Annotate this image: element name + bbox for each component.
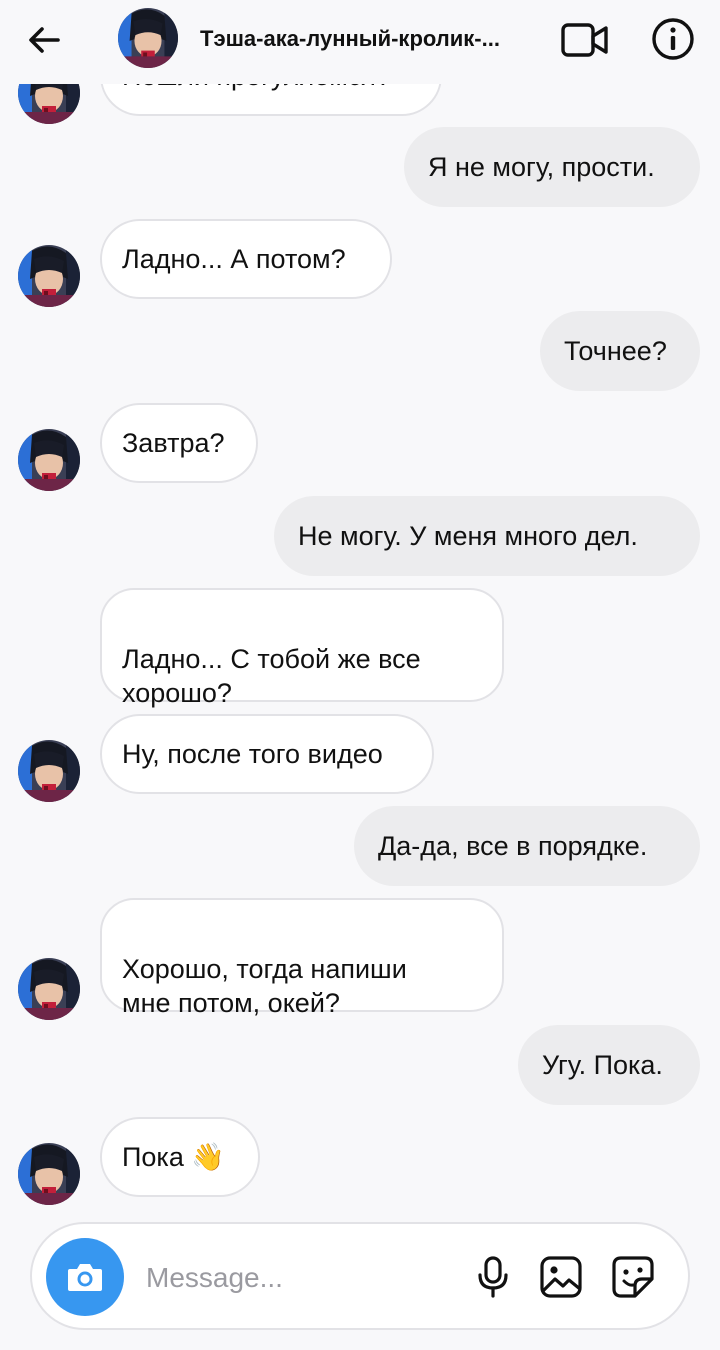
message-input[interactable]: [146, 1258, 446, 1298]
message-bubble-incoming[interactable]: Ладно... А потом?: [100, 219, 392, 299]
video-camera-icon: [561, 23, 608, 57]
video-call-button[interactable]: [558, 18, 612, 62]
contact-name[interactable]: Тэша-ака-лунный-кролик-...: [200, 26, 552, 52]
message-bubble-outgoing[interactable]: Не могу. У меня много дел.: [274, 496, 700, 576]
camera-icon: [68, 1264, 102, 1291]
contact-avatar[interactable]: [118, 8, 178, 68]
message-bubble-incoming[interactable]: Ладно... С тобой же все хорошо?: [100, 588, 504, 708]
message-text: Да-да, все в порядке.: [378, 831, 648, 861]
gallery-button[interactable]: [536, 1252, 586, 1302]
sticker-button[interactable]: [608, 1252, 658, 1302]
message-text: Ладно... А потом?: [122, 244, 346, 274]
message-text: Я не могу, прости.: [428, 152, 655, 182]
message-text: Точнее?: [564, 336, 667, 366]
message-text: Завтра?: [122, 428, 225, 458]
sender-avatar: [18, 245, 80, 307]
message-text: Пока 👋: [122, 1142, 225, 1172]
message-bubble-outgoing[interactable]: Я не могу, прости.: [404, 127, 700, 207]
voice-message-button[interactable]: [468, 1252, 518, 1302]
camera-button[interactable]: [46, 1238, 124, 1316]
sticker-icon: [612, 1256, 654, 1298]
info-icon: [652, 18, 694, 60]
gallery-icon: [540, 1256, 582, 1298]
message-bubble-outgoing[interactable]: Да-да, все в порядке.: [354, 806, 700, 886]
sender-avatar: [18, 958, 80, 1020]
sender-avatar: [18, 1143, 80, 1205]
message-bubble-incoming[interactable]: Ну, после того видео: [100, 714, 434, 794]
sender-avatar: [18, 740, 80, 802]
message-bubble-incoming[interactable]: Завтра?: [100, 403, 258, 483]
message-text: Ну, после того видео: [122, 739, 383, 769]
message-bubble-outgoing[interactable]: Угу. Пока.: [518, 1025, 700, 1105]
arrow-left-icon: [29, 27, 60, 53]
message-bubble-incoming[interactable]: Хорошо, тогда напиши мне потом, окей?: [100, 898, 504, 1018]
microphone-icon: [478, 1256, 508, 1298]
message-text: Не могу. У меня много дел.: [298, 521, 638, 551]
message-text: Хорошо, тогда напиши мне потом, окей?: [122, 954, 407, 1018]
message-bubble-incoming[interactable]: Пока 👋: [100, 1117, 260, 1197]
message-composer: [30, 1222, 690, 1330]
message-bubble-outgoing[interactable]: Точнее?: [540, 311, 700, 391]
message-text: Ладно... С тобой же все хорошо?: [122, 644, 421, 708]
chat-header: Тэша-ака-лунный-кролик-...: [0, 0, 720, 84]
back-button[interactable]: [22, 18, 66, 62]
sender-avatar: [18, 429, 80, 491]
info-button[interactable]: [648, 14, 698, 64]
message-text: Угу. Пока.: [542, 1050, 663, 1080]
